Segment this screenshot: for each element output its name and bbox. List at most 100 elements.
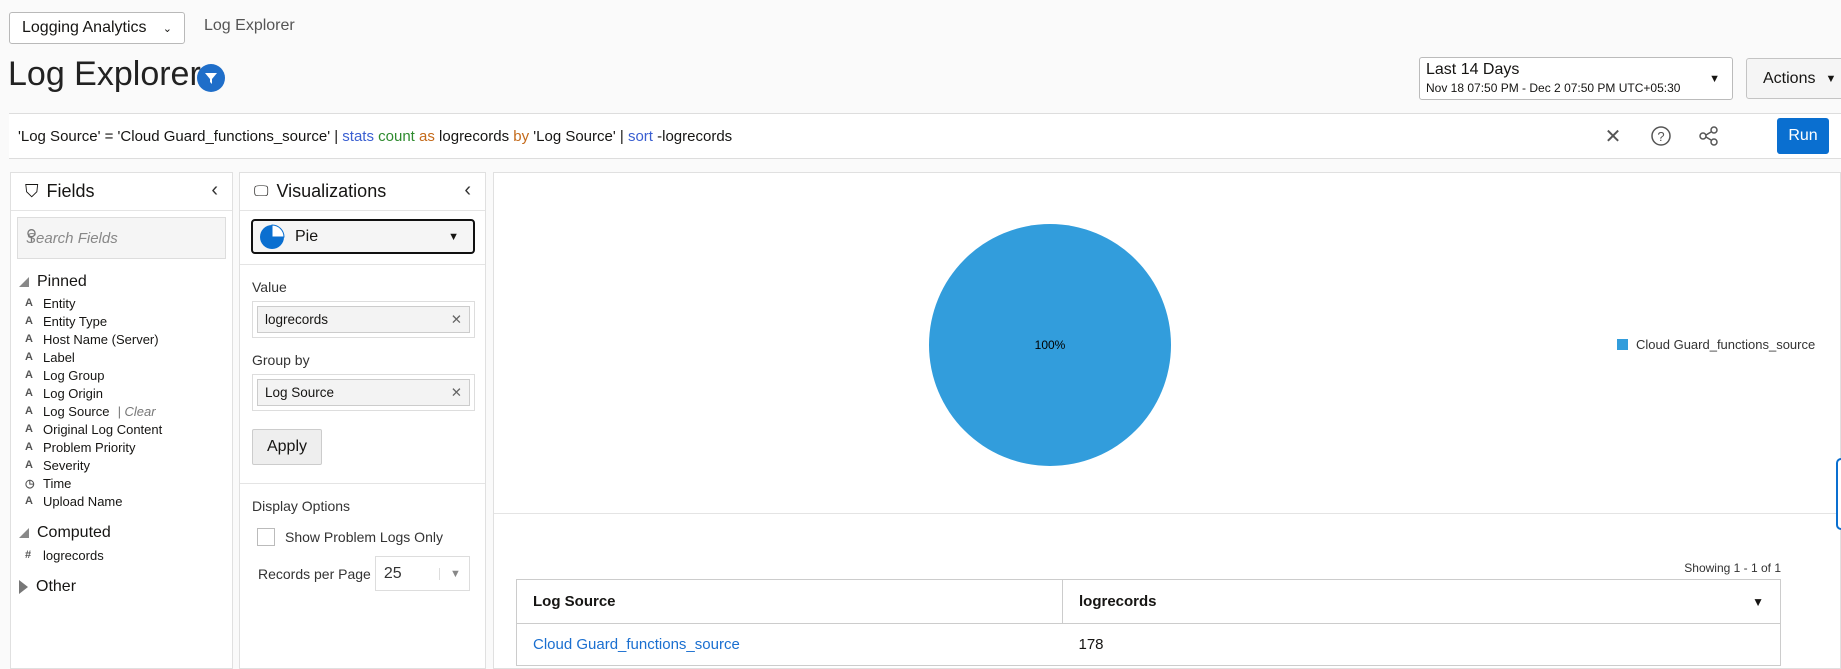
field-label: Time	[43, 475, 72, 491]
field-item[interactable]: A Problem Priority	[25, 438, 232, 456]
showing-count: Showing 1 - 1 of 1	[1684, 561, 1781, 575]
field-type-icon: A	[25, 297, 33, 309]
time-range-detail: Nov 18 07:50 PM - Dec 2 07:50 PM UTC+05:…	[1426, 81, 1681, 95]
field-item[interactable]: A Host Name (Server)	[25, 330, 232, 348]
clear-filter-link[interactable]: | Clear	[118, 404, 156, 419]
records-per-page-value: 25	[383, 564, 402, 582]
remove-icon[interactable]: ✕	[451, 385, 462, 401]
records-per-page-label: Records per Page	[258, 565, 371, 582]
query-bar[interactable]: 'Log Source' = 'Cloud Guard_functions_so…	[9, 113, 1841, 159]
field-type-icon: A	[25, 441, 33, 453]
svg-text:?: ?	[1657, 129, 1664, 144]
apply-button[interactable]: Apply	[252, 429, 322, 465]
collapse-icon[interactable]: ‹	[211, 179, 218, 202]
visualization-type-value: Pie	[295, 227, 319, 245]
field-item[interactable]: A Log Source | Clear	[25, 402, 232, 420]
run-button[interactable]: Run	[1777, 118, 1829, 154]
filter-outline-icon: ⛉	[25, 181, 39, 201]
collapsed-triangle-icon	[19, 580, 28, 594]
expanded-triangle-icon	[19, 528, 29, 538]
group-by-chip[interactable]: Log Source ✕	[257, 379, 470, 406]
other-group[interactable]: Other	[19, 578, 232, 596]
field-type-icon: A	[25, 333, 33, 345]
field-type-icon: ◷	[25, 477, 35, 490]
field-label: Problem Priority	[43, 439, 136, 455]
legend-label: Cloud Guard_functions_source	[1636, 337, 1816, 352]
computed-group[interactable]: Computed	[19, 524, 232, 542]
time-range-select[interactable]: Last 14 Days Nov 18 07:50 PM - Dec 2 07:…	[1419, 57, 1733, 100]
legend-item[interactable]: Cloud Guard_functions_source	[1617, 337, 1815, 352]
field-item[interactable]: A Entity Type	[25, 312, 232, 330]
query-input[interactable]: 'Log Source' = 'Cloud Guard_functions_so…	[18, 128, 732, 145]
problem-logs-label: Show Problem Logs Only	[285, 529, 443, 545]
sort-desc-icon[interactable]: ▼	[1752, 595, 1764, 609]
display-options-label: Display Options	[252, 498, 351, 514]
field-item[interactable]: A Entity	[25, 294, 232, 312]
value-label: Value	[252, 279, 287, 295]
clear-icon[interactable]: ✕	[1601, 124, 1625, 148]
column-header-label: logrecords	[1079, 593, 1157, 610]
value-chip-label: logrecords	[265, 312, 329, 327]
log-source-link[interactable]: Cloud Guard_functions_source	[533, 636, 740, 653]
remove-icon[interactable]: ✕	[451, 312, 462, 328]
field-item[interactable]: ◷ Time	[25, 474, 232, 492]
problem-logs-checkbox[interactable]	[257, 528, 275, 546]
field-type-icon: A	[25, 405, 33, 417]
collapse-icon[interactable]: ‹	[464, 179, 471, 202]
share-icon[interactable]	[1697, 124, 1721, 148]
field-item[interactable]: A Severity	[25, 456, 232, 474]
field-type-icon: A	[25, 387, 33, 399]
page-title: Log Explorer	[8, 55, 201, 93]
visualizations-title: Visualizations	[276, 181, 387, 201]
query-token: sort	[627, 128, 658, 145]
query-token: logrecords	[439, 128, 514, 145]
field-label: Log Source	[43, 403, 110, 419]
group-by-label: Group by	[252, 352, 310, 368]
visualizations-panel: 🖵 Visualizations ‹ Pie ▼ Value logrecords ✕…	[239, 172, 486, 669]
filter-icon[interactable]	[197, 64, 225, 92]
field-type-icon: A	[25, 495, 33, 507]
pinned-label: Pinned	[37, 273, 87, 290]
field-label: Entity	[43, 295, 76, 311]
field-item[interactable]: A Upload Name	[25, 492, 232, 510]
field-label: logrecords	[43, 547, 104, 563]
field-type-icon: A	[25, 369, 33, 381]
value-chip[interactable]: logrecords ✕	[257, 306, 470, 333]
fields-title: Fields	[46, 181, 95, 201]
field-label: Log Origin	[43, 385, 103, 401]
caret-down-icon: ▼	[448, 231, 459, 243]
query-token: count	[378, 128, 420, 145]
search-fields-input[interactable]: Search Fields ⚲	[17, 217, 226, 259]
logrecords-cell: 178	[1062, 623, 1781, 666]
column-header-logrecords[interactable]: logrecords ▼	[1062, 579, 1781, 624]
breadcrumb[interactable]: Log Explorer	[204, 17, 295, 35]
records-per-page-select[interactable]: 25 ▼	[374, 556, 470, 591]
pinned-group[interactable]: Pinned	[19, 273, 232, 291]
query-token: 'Log Source' = 'Cloud Guard_functions_so…	[18, 128, 343, 145]
query-token: stats	[342, 128, 379, 145]
query-token: -logrecords	[657, 128, 733, 145]
field-item[interactable]: A Original Log Content	[25, 420, 232, 438]
side-drawer-handle[interactable]	[1836, 458, 1841, 530]
field-item[interactable]: A Log Origin	[25, 384, 232, 402]
pie-data-label: 100%	[1035, 338, 1066, 352]
chevron-down-icon: ⌄	[162, 22, 172, 35]
field-type-icon: A	[25, 315, 33, 327]
field-item[interactable]: # logrecords	[25, 546, 232, 564]
field-type-icon: #	[25, 549, 32, 561]
column-header-log-source[interactable]: Log Source	[516, 579, 1063, 624]
actions-label: Actions	[1763, 69, 1816, 87]
pie-chart: 100%	[929, 224, 1171, 466]
group-by-chip-label: Log Source	[265, 385, 335, 400]
visualization-type-select[interactable]: Pie ▼	[251, 219, 475, 254]
field-item[interactable]: A Label	[25, 348, 232, 366]
caret-down-icon: ▼	[1709, 73, 1720, 85]
help-icon[interactable]: ?	[1649, 124, 1673, 148]
field-item[interactable]: A Log Group	[25, 366, 232, 384]
actions-button[interactable]: Actions ▼	[1746, 58, 1841, 99]
app-select[interactable]: Logging Analytics ⌄	[9, 12, 185, 44]
field-label: Upload Name	[43, 493, 123, 509]
field-label: Original Log Content	[43, 421, 163, 437]
query-token: 'Log Source' |	[533, 128, 628, 145]
field-type-icon: A	[25, 351, 33, 363]
